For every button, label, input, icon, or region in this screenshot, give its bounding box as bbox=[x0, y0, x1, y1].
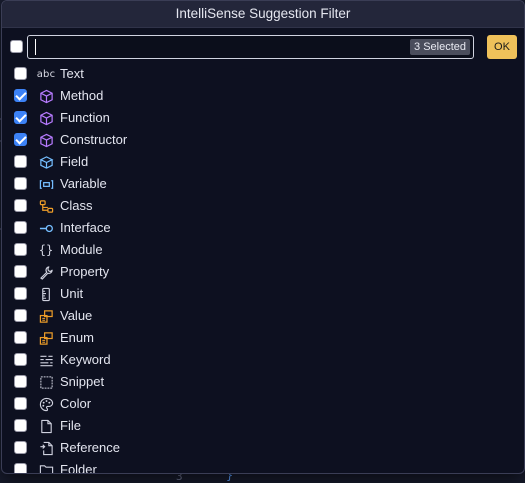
list-item-label: Interface bbox=[60, 220, 111, 235]
list-item-snippet[interactable]: Snippet bbox=[2, 371, 524, 393]
checkbox-class[interactable] bbox=[14, 199, 27, 212]
list-item-color[interactable]: Color bbox=[2, 393, 524, 415]
list-item-constructor[interactable]: Constructor bbox=[2, 129, 524, 151]
list-item-field[interactable]: Field bbox=[2, 151, 524, 173]
checkbox-text[interactable] bbox=[14, 67, 27, 80]
list-item-label: Field bbox=[60, 154, 89, 169]
value-enum-icon bbox=[38, 307, 54, 325]
interface-icon bbox=[38, 219, 54, 237]
text-abc-icon: abc bbox=[36, 68, 56, 80]
list-item-text[interactable]: abc Text bbox=[2, 63, 524, 85]
list-item-property[interactable]: Property bbox=[2, 261, 524, 283]
list-item-label: Constructor bbox=[60, 132, 128, 147]
checkbox-interface[interactable] bbox=[14, 221, 27, 234]
class-icon bbox=[38, 197, 54, 215]
checkbox-module[interactable] bbox=[14, 243, 27, 256]
checkbox-unit[interactable] bbox=[14, 287, 27, 300]
list-item-keyword[interactable]: Keyword bbox=[2, 349, 524, 371]
checkbox-field[interactable] bbox=[14, 155, 27, 168]
snippet-icon bbox=[38, 373, 54, 391]
module-braces-icon: {} bbox=[38, 243, 54, 257]
filter-input-box[interactable]: 3 Selected bbox=[27, 35, 474, 59]
list-item-label: Text bbox=[60, 66, 84, 81]
checkbox-value[interactable] bbox=[14, 309, 27, 322]
checkbox-property[interactable] bbox=[14, 265, 27, 278]
list-item-interface[interactable]: Interface bbox=[2, 217, 524, 239]
filter-input[interactable] bbox=[36, 38, 396, 56]
select-all-checkbox[interactable] bbox=[10, 40, 23, 53]
list-item-enum[interactable]: Enum bbox=[2, 327, 524, 349]
checkbox-constructor[interactable] bbox=[14, 133, 27, 146]
checkbox-keyword[interactable] bbox=[14, 353, 27, 366]
checkbox-file[interactable] bbox=[14, 419, 27, 432]
ok-button[interactable]: OK bbox=[487, 35, 517, 59]
list-item-reference[interactable]: Reference bbox=[2, 437, 524, 459]
suggestion-filter-dialog: IntelliSense Suggestion Filter 3 Selecte… bbox=[1, 0, 525, 474]
list-item-label: File bbox=[60, 418, 81, 433]
list-item-function[interactable]: Function bbox=[2, 107, 524, 129]
selected-count-badge: 3 Selected bbox=[410, 39, 470, 55]
list-item-label: Variable bbox=[60, 176, 107, 191]
list-item-label: Reference bbox=[60, 440, 120, 455]
list-item-module[interactable]: {} Module bbox=[2, 239, 524, 261]
dialog-title: IntelliSense Suggestion Filter bbox=[2, 1, 524, 28]
constructor-cube-icon bbox=[38, 131, 54, 149]
kind-list: abc Text Method Function Constructor Field Var… bbox=[2, 63, 524, 474]
checkbox-enum[interactable] bbox=[14, 331, 27, 344]
unit-ruler-icon bbox=[38, 285, 54, 303]
variable-icon bbox=[38, 175, 54, 193]
list-item-label: Method bbox=[60, 88, 104, 103]
list-item-label: Module bbox=[60, 242, 103, 257]
method-cube-icon bbox=[38, 87, 54, 105]
filter-toolbar: 3 Selected OK bbox=[2, 28, 524, 64]
list-item-class[interactable]: Class bbox=[2, 195, 524, 217]
list-item-label: Function bbox=[60, 110, 110, 125]
list-item-folder[interactable]: Folder bbox=[2, 459, 524, 474]
field-icon bbox=[38, 153, 54, 171]
list-item-label: Folder bbox=[60, 462, 97, 474]
list-item-variable[interactable]: Variable bbox=[2, 173, 524, 195]
list-item-label: Value bbox=[60, 308, 93, 323]
checkbox-reference[interactable] bbox=[14, 441, 27, 454]
file-icon bbox=[38, 417, 54, 435]
list-item-value[interactable]: Value bbox=[2, 305, 524, 327]
list-item-label: Property bbox=[60, 264, 110, 279]
checkbox-folder[interactable] bbox=[14, 463, 27, 473]
checkbox-function[interactable] bbox=[14, 111, 27, 124]
enum-icon bbox=[38, 329, 54, 347]
property-wrench-icon bbox=[38, 263, 54, 281]
list-item-label: Snippet bbox=[60, 374, 105, 389]
reference-icon bbox=[38, 439, 54, 457]
list-item-label: Class bbox=[60, 198, 93, 213]
checkbox-method[interactable] bbox=[14, 89, 27, 102]
list-item-label: Color bbox=[60, 396, 92, 411]
color-palette-icon bbox=[38, 395, 54, 413]
checkbox-color[interactable] bbox=[14, 397, 27, 410]
function-cube-icon bbox=[38, 109, 54, 127]
list-item-file[interactable]: File bbox=[2, 415, 524, 437]
folder-icon bbox=[38, 461, 54, 473]
keyword-icon bbox=[38, 351, 54, 369]
list-item-unit[interactable]: Unit bbox=[2, 283, 524, 305]
checkbox-snippet[interactable] bbox=[14, 375, 27, 388]
list-item-label: Unit bbox=[60, 286, 84, 301]
checkbox-variable[interactable] bbox=[14, 177, 27, 190]
list-item-label: Keyword bbox=[60, 352, 111, 367]
list-item-label: Enum bbox=[60, 330, 94, 345]
list-item-method[interactable]: Method bbox=[2, 85, 524, 107]
